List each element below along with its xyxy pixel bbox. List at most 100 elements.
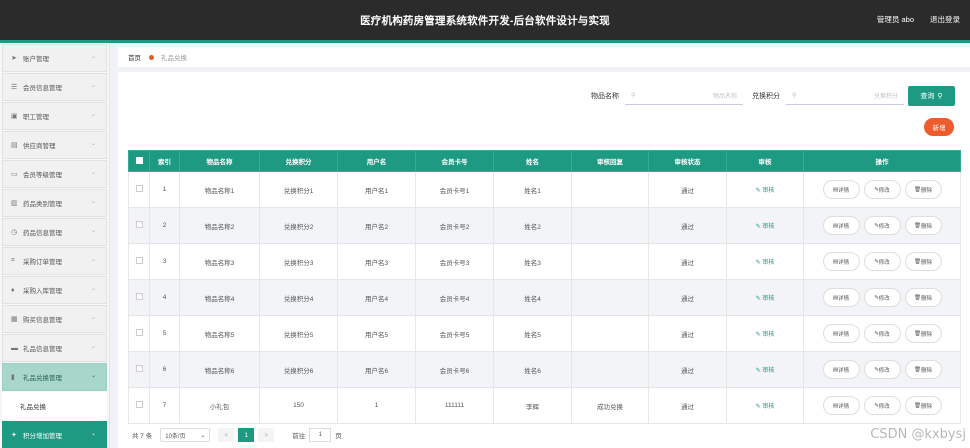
sidebar-item-label: 职工管理 xyxy=(23,114,49,121)
select-all-checkbox[interactable] xyxy=(128,150,150,172)
row-checkbox[interactable] xyxy=(128,207,150,244)
action-button[interactable]: ✎ 修改 xyxy=(863,216,901,235)
query-button[interactable]: 查询 ⚲ xyxy=(908,86,955,106)
column-header: 审核状态 xyxy=(648,150,727,172)
action-label: 详情 xyxy=(838,187,850,194)
action-button[interactable]: ✎ 修改 xyxy=(863,252,901,271)
sidebar-item[interactable]: ▬ 礼品信息管理 ⌄ xyxy=(2,334,107,362)
breadcrumb-home[interactable]: 首页 xyxy=(128,52,141,62)
audit-link[interactable]: ✎ 审核 xyxy=(756,296,775,302)
action-button[interactable]: ▤ 详情 xyxy=(822,180,860,199)
top-bar: 医疗机构药房管理系统软件开发-后台软件设计与实现 管理员 abo 退出登录 xyxy=(0,0,970,40)
cell-index: 5 xyxy=(149,315,180,352)
trash-icon: 🗑 xyxy=(914,222,921,229)
action-button[interactable]: ✎ 修改 xyxy=(863,288,901,307)
sidebar-item[interactable]: ▮ 礼品兑换管理 ⌄ xyxy=(2,363,107,391)
sidebar-item[interactable]: ➤ 账户管理 ⌄ xyxy=(2,44,107,72)
audit-link[interactable]: ✎ 审核 xyxy=(756,332,775,338)
sidebar-item[interactable]: ▥ 药品类别管理 ⌄ xyxy=(2,189,107,217)
search-group-name: 物品名称 ⚲ 物品名称 xyxy=(591,86,743,106)
audit-link-label: 审核 xyxy=(762,188,775,194)
trash-icon: 🗑 xyxy=(914,186,921,193)
action-button[interactable]: 🗑 删除 xyxy=(904,396,942,415)
list-icon: ☰ xyxy=(11,84,18,91)
row-checkbox[interactable] xyxy=(128,279,150,316)
action-button[interactable]: 🗑 删除 xyxy=(904,180,942,199)
row-checkbox[interactable] xyxy=(128,315,150,352)
cell-username: 用户名6 xyxy=(337,351,416,388)
action-button[interactable]: ✎ 修改 xyxy=(863,180,901,199)
checkbox-icon xyxy=(135,156,143,164)
action-button[interactable]: ▤ 详情 xyxy=(822,288,860,307)
audit-link-label: 审核 xyxy=(762,332,775,338)
checkbox-icon xyxy=(135,365,143,372)
action-button[interactable]: ▤ 详情 xyxy=(822,216,860,235)
action-button[interactable]: ✎ 修改 xyxy=(863,324,901,343)
action-button[interactable]: 🗑 删除 xyxy=(904,216,942,235)
main-content: 物品名称 ⚲ 物品名称 兑换积分 ⚲ 兑换积分 查询 ⚲ 新增 索引 物品名称 兑换… xyxy=(118,72,970,448)
sidebar-item[interactable]: ⌗ 采购订单管理 ⌄ xyxy=(2,247,107,275)
logout-link[interactable]: 退出登录 xyxy=(930,14,960,25)
cell-name: 物品名称4 xyxy=(179,279,260,316)
cell-audit: ✎ 审核 xyxy=(726,315,804,352)
row-checkbox[interactable] xyxy=(128,387,150,424)
checkbox-icon xyxy=(135,329,143,336)
action-button[interactable]: 🗑 删除 xyxy=(904,360,942,379)
trash-icon: 🗑 xyxy=(914,258,921,265)
points-search-input[interactable]: ⚲ 兑换积分 xyxy=(786,87,904,105)
action-label: 修改 xyxy=(878,259,890,266)
page-size-select[interactable]: 10条/页 ⌄ xyxy=(160,428,211,442)
audit-link[interactable]: ✎ 审核 xyxy=(756,188,775,194)
row-checkbox[interactable] xyxy=(128,171,150,208)
action-label: 删除 xyxy=(920,331,932,338)
audit-link[interactable]: ✎ 审核 xyxy=(756,260,775,266)
action-button[interactable]: ✎ 修改 xyxy=(863,360,901,379)
sidebar-item[interactable]: ◷ 药品信息管理 ⌄ xyxy=(2,218,107,246)
cell-name: 物品名称2 xyxy=(179,207,260,244)
sidebar-item[interactable]: ▤ 供应商管理 ⌄ xyxy=(2,131,107,159)
page-number-1[interactable]: 1 xyxy=(238,428,255,442)
audit-link[interactable]: ✎ 审核 xyxy=(756,224,775,230)
action-label: 详情 xyxy=(838,367,850,374)
action-button[interactable]: ▤ 详情 xyxy=(822,396,860,415)
cell-audit: ✎ 审核 xyxy=(726,207,804,244)
box-icon: ▤ xyxy=(11,142,18,149)
cell-status: 通过 xyxy=(648,207,727,244)
action-label: 删除 xyxy=(920,367,932,374)
chevron-down-icon: ⌄ xyxy=(90,141,96,147)
action-button[interactable]: 🗑 删除 xyxy=(904,288,942,307)
prev-page-button[interactable]: < xyxy=(218,428,235,442)
sidebar: ➤ 账户管理 ⌄ ☰ 会员信息管理 ⌄ ▣ 职工管理 ⌄ ▤ 供应商管理 ⌄ ▭ 会员等级管理 ⌄ ▥ 药品类别… xyxy=(0,43,110,448)
points-search-placeholder: 兑换积分 xyxy=(873,94,898,100)
next-page-button[interactable]: > xyxy=(258,428,275,442)
cell-realname: 姓名3 xyxy=(493,243,572,280)
chart-icon: ▮ xyxy=(11,374,15,381)
table-row: 3 物品名称3 兑换积分3 用户名3 会员卡号3 姓名3 通过 ✎ 审核 ▤ 详情 ✎ 修改 🗑 删… xyxy=(128,243,961,280)
sidebar-item[interactable]: ✦ 积分增加管理 ⌄ xyxy=(2,421,107,448)
sidebar-item[interactable]: ▣ 职工管理 ⌄ xyxy=(2,102,107,130)
card-icon: ▬ xyxy=(11,344,18,352)
sidebar-item[interactable]: ▭ 会员等级管理 ⌄ xyxy=(2,160,107,188)
action-button[interactable]: ▤ 详情 xyxy=(822,324,860,343)
sidebar-item[interactable]: ♦ 采购入库管理 ⌄ xyxy=(2,276,107,304)
action-button[interactable]: 🗑 删除 xyxy=(904,252,942,271)
row-checkbox[interactable] xyxy=(128,351,150,388)
audit-link[interactable]: ✎ 审核 xyxy=(756,404,775,410)
action-button[interactable]: ▤ 详情 xyxy=(822,252,860,271)
cell-realname: 姓名1 xyxy=(493,171,572,208)
action-button[interactable]: ▤ 详情 xyxy=(822,360,860,379)
row-checkbox[interactable] xyxy=(128,243,150,280)
action-button[interactable]: ✎ 修改 xyxy=(863,396,901,415)
sidebar-subitem[interactable]: 礼品兑换 xyxy=(2,392,107,420)
chevron-down-icon: ⌄ xyxy=(200,432,206,439)
action-label: 删除 xyxy=(920,187,932,194)
action-button[interactable]: 🗑 删除 xyxy=(904,324,942,343)
sidebar-item[interactable]: ▦ 购买信息管理 ⌄ xyxy=(2,305,107,333)
sidebar-item[interactable]: ☰ 会员信息管理 ⌄ xyxy=(2,73,107,101)
audit-link[interactable]: ✎ 审核 xyxy=(756,368,775,374)
name-search-input[interactable]: ⚲ 物品名称 xyxy=(625,87,743,105)
cell-status: 通过 xyxy=(648,315,727,352)
total-count: 共 7 条 xyxy=(132,433,153,440)
goto-page-input[interactable]: 1 xyxy=(309,428,332,442)
add-button[interactable]: 新增 xyxy=(924,118,954,136)
